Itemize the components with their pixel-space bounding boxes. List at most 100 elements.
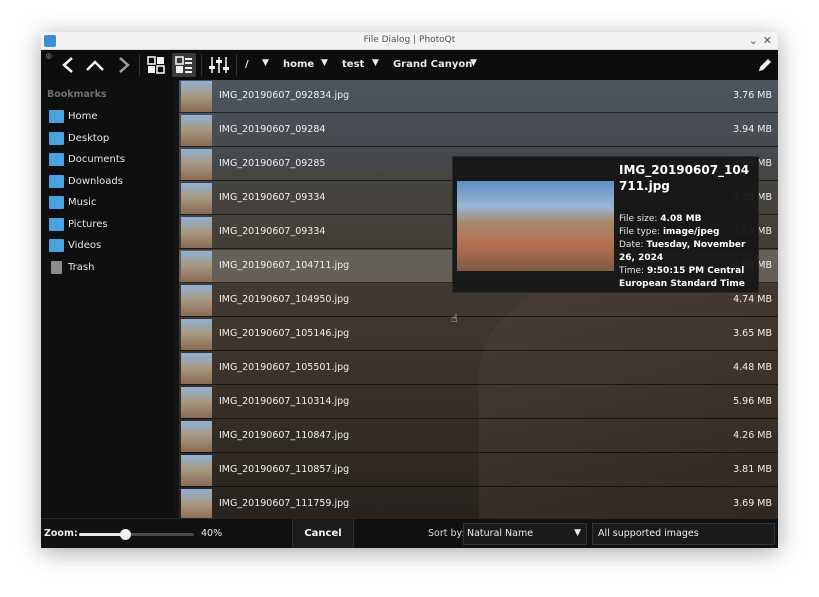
sort-by-value: Natural Name xyxy=(467,528,534,539)
file-row[interactable]: IMG_20190607_09284 3.94 MB xyxy=(179,114,778,147)
cancel-button[interactable]: Cancel xyxy=(292,519,354,548)
tooltip-file-size: File size: 4.08 MB xyxy=(619,213,757,226)
desktop-folder-icon xyxy=(49,132,64,145)
breadcrumb-dropdown-icon[interactable]: ▼ xyxy=(321,58,328,68)
sort-by-label: Sort by: xyxy=(428,528,465,539)
tooltip-file-type: File type: image/jpeg xyxy=(619,226,757,239)
up-icon[interactable] xyxy=(86,59,104,71)
file-thumbnail xyxy=(181,455,212,486)
file-size: 3.81 MB xyxy=(733,464,772,475)
zoom-label: Zoom: xyxy=(44,528,78,539)
chevron-down-icon: ▼ xyxy=(574,528,581,538)
breadcrumb-dropdown-icon[interactable]: ▼ xyxy=(470,58,477,68)
breadcrumb-dropdown-icon[interactable]: ▼ xyxy=(262,58,269,68)
file-size: 5.96 MB xyxy=(733,396,772,407)
settings-sliders-icon[interactable] xyxy=(208,55,230,75)
tooltip-time: Time: 9:50:15 PM Central European Standa… xyxy=(619,265,757,291)
breadcrumb-root[interactable]: / xyxy=(245,59,249,70)
file-type-filter-select[interactable]: All supported images xyxy=(592,523,775,545)
zoom-slider-handle[interactable] xyxy=(120,529,131,540)
trash-icon xyxy=(51,261,62,274)
zoom-slider-fill xyxy=(79,533,125,536)
file-name: IMG_20190607_110857.jpg xyxy=(219,464,350,475)
sidebar-item-downloads[interactable]: Downloads xyxy=(49,173,173,191)
zoom-slider[interactable] xyxy=(79,529,194,540)
tooltip-value: image/jpeg xyxy=(662,227,720,237)
file-size: 4.74 MB xyxy=(733,294,772,305)
bookmarks-sidebar: Bookmarks Home Desktop Documents Downloa… xyxy=(41,80,175,518)
file-row[interactable]: IMG_20190607_105501.jpg 4.48 MB xyxy=(179,352,778,385)
file-name: IMG_20190607_105146.jpg xyxy=(219,328,350,339)
bookmarks-title: Bookmarks xyxy=(47,89,107,100)
file-thumbnail xyxy=(181,217,212,248)
toolbar: ⊕ / ▼ home ▼ test ▼ Grand Canyon ▼ xyxy=(41,50,778,80)
tooltip-label: File size: xyxy=(619,214,658,224)
file-name: IMG_20190607_104711.jpg xyxy=(219,260,350,271)
forward-icon[interactable] xyxy=(117,57,131,73)
file-name: IMG_20190607_09334 xyxy=(219,192,326,203)
image-preview xyxy=(457,181,614,271)
file-name: IMG_20190607_110847.jpg xyxy=(219,430,350,441)
sidebar-item-desktop[interactable]: Desktop xyxy=(49,130,173,148)
window-title: File Dialog | PhotoQt xyxy=(363,35,456,45)
file-thumbnail xyxy=(181,183,212,214)
sidebar-item-label: Downloads xyxy=(68,176,123,187)
sidebar-item-documents[interactable]: Documents xyxy=(49,151,173,169)
sort-by-select[interactable]: Natural Name ▼ xyxy=(463,523,587,545)
file-list[interactable]: IMG_20190607_092834.jpg 3.76 MB IMG_2019… xyxy=(179,80,778,518)
list-view-button[interactable] xyxy=(172,53,196,77)
breadcrumb-grand-canyon[interactable]: Grand Canyon xyxy=(393,59,472,70)
sidebar-item-pictures[interactable]: Pictures xyxy=(49,216,173,234)
tooltip-value: 4.08 MB xyxy=(660,214,702,224)
file-info-tooltip: IMG_20190607_104711.jpg File size: 4.08 … xyxy=(452,156,759,293)
file-thumbnail xyxy=(181,489,212,518)
file-name: IMG_20190607_09285 xyxy=(219,158,326,169)
file-size: 4.48 MB xyxy=(733,362,772,373)
file-thumbnail xyxy=(181,251,212,282)
separator xyxy=(201,54,202,76)
sidebar-item-label: Desktop xyxy=(68,133,110,144)
tooltip-label: Time: xyxy=(619,266,645,276)
file-thumbnail xyxy=(181,81,212,112)
tooltip-label: File type: xyxy=(619,227,661,237)
file-row[interactable]: IMG_20190607_105146.jpg 3.65 MB xyxy=(179,318,778,351)
separator xyxy=(236,54,237,76)
pin-icon[interactable]: ⊕ xyxy=(45,52,53,62)
separator xyxy=(139,54,140,76)
file-thumbnail xyxy=(181,387,212,418)
breadcrumb-home[interactable]: home xyxy=(283,59,314,70)
sidebar-item-label: Documents xyxy=(68,154,126,165)
sidebar-item-music[interactable]: Music xyxy=(49,194,173,212)
mouse-cursor-icon: ☝ xyxy=(451,312,458,325)
file-row[interactable]: IMG_20190607_110847.jpg 4.26 MB xyxy=(179,420,778,453)
file-row[interactable]: IMG_20190607_110314.jpg 5.96 MB xyxy=(179,386,778,419)
videos-folder-icon xyxy=(49,239,64,252)
back-icon[interactable] xyxy=(61,57,75,73)
file-size: 3.76 MB xyxy=(733,90,772,101)
sidebar-item-home[interactable]: Home xyxy=(49,108,173,126)
sidebar-item-videos[interactable]: Videos xyxy=(49,237,173,255)
sidebar-item-label: Videos xyxy=(68,240,102,251)
file-name: IMG_20190607_110314.jpg xyxy=(219,396,350,407)
file-name: IMG_20190607_09284 xyxy=(219,124,326,135)
file-thumbnail xyxy=(181,285,212,316)
list-view-icon xyxy=(175,56,192,73)
bottom-bar: Zoom: 40% Cancel Sort by: Natural Name ▼… xyxy=(41,518,778,548)
sidebar-item-label: Home xyxy=(68,111,98,122)
edit-pencil-icon[interactable] xyxy=(757,57,773,73)
music-folder-icon xyxy=(49,196,64,209)
minimize-icon[interactable]: ⌄ xyxy=(749,34,758,48)
downloads-folder-icon xyxy=(49,175,64,188)
grid-view-button[interactable] xyxy=(144,53,168,77)
file-row[interactable]: IMG_20190607_110857.jpg 3.81 MB xyxy=(179,454,778,487)
file-thumbnail xyxy=(181,353,212,384)
sidebar-item-trash[interactable]: Trash xyxy=(49,259,173,277)
file-row[interactable]: IMG_20190607_092834.jpg 3.76 MB xyxy=(179,80,778,113)
breadcrumb-test[interactable]: test xyxy=(342,59,364,70)
close-icon[interactable]: ✕ xyxy=(763,34,772,48)
file-row[interactable]: IMG_20190607_111759.jpg 3.69 MB xyxy=(179,488,778,518)
breadcrumb-dropdown-icon[interactable]: ▼ xyxy=(372,58,379,68)
tooltip-filename: IMG_20190607_104711.jpg xyxy=(619,163,750,193)
file-name: IMG_20190607_111759.jpg xyxy=(219,498,350,509)
file-size: 3.65 MB xyxy=(733,328,772,339)
